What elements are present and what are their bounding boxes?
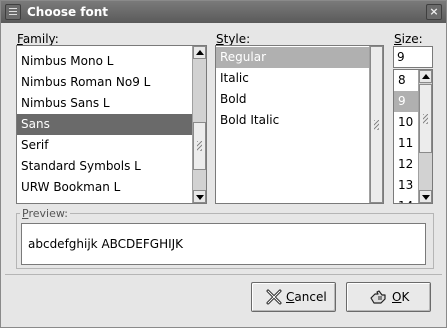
family-list-item[interactable]: Nimbus Mono L	[17, 51, 193, 72]
size-list-item[interactable]: 9	[394, 91, 419, 112]
family-list-item[interactable]: Standard Symbols L	[17, 156, 193, 177]
style-list-item[interactable]: Italic	[216, 68, 370, 89]
family-list-item[interactable]: Nimbus Roman No9 L	[17, 72, 193, 93]
family-list-item[interactable]: URW Bookman L	[17, 177, 193, 198]
family-list-item[interactable]: Serif	[17, 135, 193, 156]
separator	[5, 274, 442, 275]
ok-hand-icon	[370, 290, 386, 304]
style-label: Style:	[216, 32, 251, 46]
size-list-item[interactable]: 13	[394, 175, 419, 196]
size-entry[interactable]: 9	[393, 46, 433, 68]
scroll-up-arrow-icon[interactable]	[419, 70, 432, 83]
preview-text[interactable]: abcdefghijk ABCDEFGHIJK	[21, 223, 426, 265]
style-list[interactable]: Regular Italic Bold Bold Italic	[215, 45, 384, 204]
title-bar[interactable]: Choose font ×	[1, 1, 446, 23]
size-list-item[interactable]: 8	[394, 70, 419, 91]
style-list-item[interactable]: Regular	[216, 47, 370, 68]
family-list[interactable]: Nimbus Mono L Nimbus Roman No9 L Nimbus Sa…	[16, 45, 207, 204]
size-list[interactable]: 891011121314	[393, 69, 433, 204]
window-title: Choose font	[27, 5, 109, 19]
size-list-item[interactable]: 11	[394, 133, 419, 154]
family-list-item[interactable]: Nimbus Sans L	[17, 93, 193, 114]
scroll-thumb[interactable]	[193, 122, 206, 170]
choose-font-dialog: Choose font × Family: Nimbus Mono L Nimbu…	[0, 0, 447, 328]
style-list-item[interactable]: Bold Italic	[216, 110, 370, 131]
scroll-thumb[interactable]	[370, 46, 383, 203]
cancel-label: Cancel	[286, 290, 327, 304]
size-list-item[interactable]: 14	[394, 196, 419, 203]
window-menu-icon[interactable]	[5, 4, 21, 20]
preview-label: Preview:	[20, 207, 70, 220]
ok-label: OK	[392, 290, 410, 304]
scroll-down-arrow-icon[interactable]	[193, 190, 206, 203]
family-label: Family:	[17, 32, 59, 46]
family-list-item[interactable]: Sans	[17, 114, 193, 135]
style-list-item[interactable]: Bold	[216, 89, 370, 110]
close-icon[interactable]: ×	[426, 4, 442, 20]
ok-button[interactable]: OK	[346, 282, 431, 312]
size-list-item[interactable]: 10	[394, 112, 419, 133]
size-scrollbar[interactable]	[418, 70, 432, 203]
cancel-button[interactable]: Cancel	[251, 282, 336, 312]
scroll-thumb[interactable]	[419, 84, 432, 153]
scroll-up-arrow-icon[interactable]	[193, 46, 206, 59]
family-scrollbar[interactable]	[192, 46, 206, 203]
size-label: Size:	[394, 32, 423, 46]
style-scrollbar[interactable]	[369, 46, 383, 203]
size-list-item[interactable]: 12	[394, 154, 419, 175]
scroll-down-arrow-icon[interactable]	[419, 190, 432, 203]
cancel-x-icon	[266, 289, 282, 305]
